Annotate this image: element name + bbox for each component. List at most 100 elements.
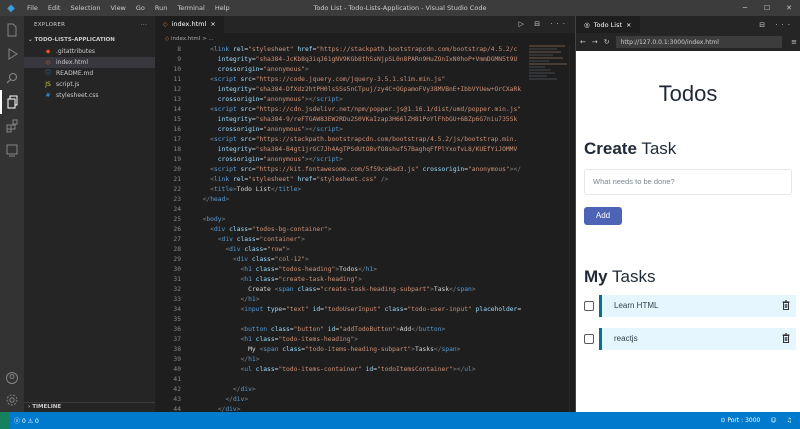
workspace-folder[interactable]: ⌄ TODO-LISTS-APPLICATION (24, 34, 155, 46)
menu-view[interactable]: View (105, 0, 130, 16)
code-line[interactable]: 19 crossorigin="anonymous"></script> (155, 155, 525, 165)
code-line[interactable]: 8 <link rel="stylesheet" href="https://s… (155, 45, 525, 55)
code-line[interactable]: 24 (155, 205, 525, 215)
gear-icon[interactable] (0, 388, 24, 412)
code-line[interactable]: 33 </h1> (155, 295, 525, 305)
code-token: "todo-user-input" (407, 306, 476, 313)
problems-indicator[interactable]: ⓧ 0 ⚠ 0 (10, 416, 39, 425)
account-icon[interactable] (0, 366, 24, 390)
run-debug-icon[interactable] (0, 42, 24, 66)
todo-checkbox[interactable] (584, 334, 594, 344)
menu-edit[interactable]: Edit (43, 0, 66, 16)
tab-index-html[interactable]: ◇ index.html × (155, 16, 224, 33)
todo-checkbox[interactable] (584, 301, 594, 311)
url-bar[interactable]: http://127.0.0.1:3000/index.html (615, 36, 782, 48)
code-line[interactable]: 18 integrity="sha384-B4gt1jrGC7Jh4AgTPSd… (155, 145, 525, 155)
port-indicator[interactable]: ⊙ Port : 3000 (720, 417, 760, 424)
code-line[interactable]: 25 <body> (155, 215, 525, 225)
maximize-icon[interactable]: ☐ (756, 0, 778, 16)
code-line[interactable]: 9 integrity="sha384-JcKb8q3iqJ61gNV9KGb8… (155, 55, 525, 65)
code-line[interactable]: 44 </div> (155, 405, 525, 412)
code-line[interactable]: 23 </head> (155, 195, 525, 205)
code-line[interactable]: 42 </div> (155, 385, 525, 395)
remote-indicator[interactable] (0, 412, 10, 429)
close-icon[interactable]: × (626, 21, 631, 29)
code-token: script (213, 136, 241, 143)
line-number: 34 (173, 306, 181, 313)
extensions-icon[interactable] (0, 114, 24, 138)
code-line[interactable]: 32 Create <span class="create-task-headi… (155, 285, 525, 295)
code-line[interactable]: 41 (155, 375, 525, 385)
code-line[interactable]: 39 </h1> (155, 355, 525, 365)
code-line[interactable]: 20 <script src="https://kit.fontawesome.… (155, 165, 525, 175)
menu-selection[interactable]: Selection (65, 0, 105, 16)
add-button[interactable]: Add (584, 207, 622, 225)
line-number: 32 (173, 286, 181, 293)
code-line[interactable]: 28 <div class="row"> (155, 245, 525, 255)
todo-input[interactable]: What needs to be done? (584, 169, 792, 195)
breadcrumb-file[interactable]: index.html (171, 36, 200, 42)
code-line[interactable]: 30 <h1 class="todos-heading">Todos</h1> (155, 265, 525, 275)
browser-actions[interactable]: ⊟ ··· (759, 21, 800, 29)
code-line[interactable]: 13 crossorigin="anonymous"></script> (155, 95, 525, 105)
code-line[interactable]: 11 <script src="https://code.jquery.com/… (155, 75, 525, 85)
close-icon[interactable]: × (210, 16, 215, 33)
file-label: README.md (56, 70, 94, 77)
code-line[interactable]: 12 integrity="sha384-DfXdz2htPH0lsSSs5nC… (155, 85, 525, 95)
file-readme[interactable]: ⓘ README.md (24, 68, 155, 79)
search-icon[interactable] (0, 66, 24, 90)
code-line[interactable]: 31 <h1 class="create-task-heading"> (155, 275, 525, 285)
code-line[interactable]: 26 <div class="todos-bg-container"> (155, 225, 525, 235)
editor-actions[interactable]: ▷ ⊟ ··· (519, 16, 575, 33)
file-index-html[interactable]: ◇ index.html (24, 57, 155, 68)
explorer-more-icon[interactable]: ··· (141, 16, 147, 34)
trash-icon[interactable] (782, 333, 790, 343)
file-stylesheet-css[interactable]: # stylesheet.css (24, 90, 155, 101)
minimize-icon[interactable]: ─ (734, 0, 756, 16)
code-line[interactable]: 38 My <span class="todo-items-heading-su… (155, 345, 525, 355)
code-line[interactable]: 34 <input type="text" id="todoUserInput"… (155, 305, 525, 315)
line-number: 23 (173, 196, 181, 203)
tab-todo-list[interactable]: ◎ Todo List × (576, 16, 640, 33)
forward-icon[interactable]: → (592, 38, 598, 46)
file-script-js[interactable]: JS script.js (24, 79, 155, 90)
menu-terminal[interactable]: Terminal (172, 0, 209, 16)
file-gitattributes[interactable]: ◆ .gitattributes (24, 46, 155, 57)
code-line[interactable]: 22 <title>Todo List</title> (155, 185, 525, 195)
code-line[interactable]: 40 <ul class="todo-items-container" id="… (155, 365, 525, 375)
bell-icon[interactable]: ♫ (787, 417, 792, 424)
feedback-icon[interactable]: ☺ (770, 417, 776, 424)
reload-icon[interactable]: ↻ (604, 38, 610, 46)
close-window-icon[interactable]: ✕ (778, 0, 800, 16)
code-token: integrity (217, 116, 252, 123)
code-line[interactable]: 15 integrity="sha384-9/reFTGAW83EW2RDu2S… (155, 115, 525, 125)
code-line[interactable]: 14 <script src="https://cdn.jsdelivr.net… (155, 105, 525, 115)
code-line[interactable]: 16 crossorigin="anonymous"></script> (155, 125, 525, 135)
menu-go[interactable]: Go (131, 0, 150, 16)
remote-explorer-icon[interactable] (0, 138, 24, 162)
code-token: Todo List (236, 186, 271, 193)
menu-help[interactable]: Help (210, 0, 235, 16)
code-line[interactable]: 35 (155, 315, 525, 325)
code-line[interactable]: 21 <link rel="stylesheet" href="styleshe… (155, 175, 525, 185)
menu-file[interactable]: File (22, 0, 43, 16)
code-line[interactable]: 27 <div class="container"> (155, 235, 525, 245)
menu-run[interactable]: Run (150, 0, 172, 16)
code-line[interactable]: 17 <script src="https://stackpath.bootst… (155, 135, 525, 145)
menu-icon[interactable]: ≡ (788, 38, 800, 46)
code-line[interactable]: 37 <h1 class="todo-items-heading"> (155, 335, 525, 345)
explorer-icon[interactable] (0, 90, 24, 114)
code-area[interactable]: 8 <link rel="stylesheet" href="https://s… (155, 45, 575, 412)
breadcrumb-tail[interactable]: > ... (202, 36, 214, 42)
todo-label: reactjs (614, 334, 638, 343)
code-line[interactable]: 10 crossorigin="anonymous"> (155, 65, 525, 75)
timeline-section[interactable]: › TIMELINE (24, 402, 155, 412)
back-icon[interactable]: ← (580, 38, 586, 46)
minimap[interactable] (529, 45, 569, 105)
line-number: 43 (173, 396, 181, 403)
files-icon[interactable] (0, 18, 24, 42)
code-line[interactable]: 36 <button class="button" id="addTodoBut… (155, 325, 525, 335)
code-line[interactable]: 43 </div> (155, 395, 525, 405)
trash-icon[interactable] (782, 300, 790, 310)
code-line[interactable]: 29 <div class="col-12"> (155, 255, 525, 265)
